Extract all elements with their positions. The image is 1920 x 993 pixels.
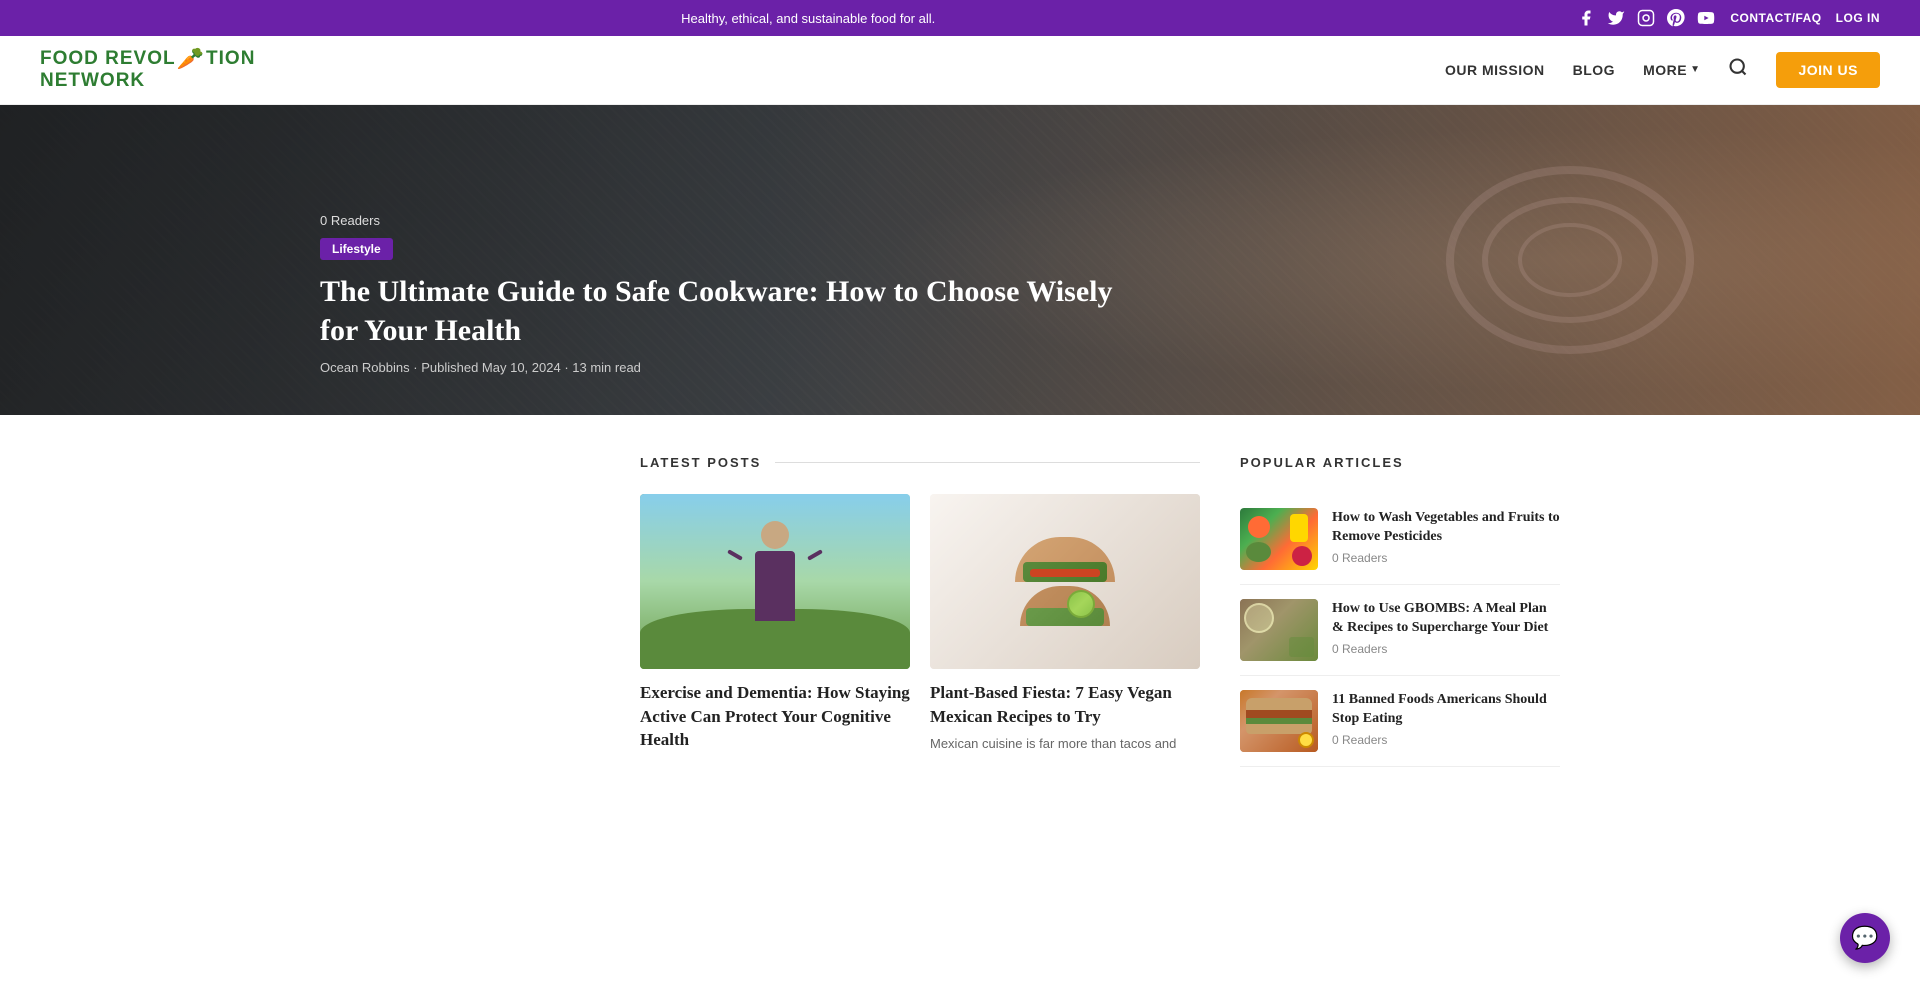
popular-articles-list: How to Wash Vegetables and Fruits to Rem… xyxy=(1240,494,1560,767)
latest-posts-title: LATEST POSTS xyxy=(640,455,761,470)
elder-head xyxy=(761,521,789,549)
popular-article-banned-title: 11 Banned Foods Americans Should Stop Ea… xyxy=(1332,690,1560,729)
veg-green xyxy=(1246,542,1271,562)
vegetables-visual xyxy=(1240,508,1318,570)
popular-article-vegetables[interactable]: How to Wash Vegetables and Fruits to Rem… xyxy=(1240,494,1560,585)
hero-title[interactable]: The Ultimate Guide to Safe Cookware: How… xyxy=(320,272,1120,350)
facebook-icon[interactable] xyxy=(1576,8,1596,28)
top-bar-right: CONTACT/FAQ LOG IN xyxy=(1576,8,1880,28)
hero-readers-count: 0 Readers xyxy=(320,213,1120,228)
hero-author: Ocean Robbins xyxy=(320,360,410,375)
nav-our-mission[interactable]: OUR MISSION xyxy=(1445,62,1545,78)
veg-tomato xyxy=(1248,516,1270,538)
post-card-tacos[interactable]: Plant-Based Fiesta: 7 Easy Vegan Mexican… xyxy=(930,494,1200,758)
taco-shapes xyxy=(1015,537,1115,626)
elder-figure xyxy=(735,521,815,661)
popular-article-banned-content: 11 Banned Foods Americans Should Stop Ea… xyxy=(1332,690,1560,747)
tacos-image xyxy=(930,494,1200,669)
gbombs-rect xyxy=(1289,637,1314,657)
chat-icon: 💬 xyxy=(1851,925,1878,951)
logo[interactable]: FOOD REVOL 🥕 TION NETWORK xyxy=(40,48,255,92)
popular-article-gbombs-thumb xyxy=(1240,599,1318,661)
popular-article-gbombs[interactable]: How to Use GBOMBS: A Meal Plan & Recipes… xyxy=(1240,585,1560,676)
lime-slice xyxy=(1067,590,1095,618)
hero-category-badge[interactable]: Lifestyle xyxy=(320,238,393,260)
logo-tion: TION xyxy=(206,48,255,70)
burger-lettuce xyxy=(1246,718,1312,724)
latest-posts-header: LATEST POSTS xyxy=(640,455,1200,470)
popular-article-vegetables-title: How to Wash Vegetables and Fruits to Rem… xyxy=(1332,508,1560,547)
top-bar-tagline: Healthy, ethical, and sustainable food f… xyxy=(40,11,1576,26)
veg-pepper xyxy=(1290,514,1308,542)
main-content: LATEST POSTS xyxy=(320,415,1600,807)
contact-faq-link[interactable]: CONTACT/FAQ xyxy=(1730,11,1821,25)
header: FOOD REVOL 🥕 TION NETWORK OUR MISSION BL… xyxy=(0,36,1920,105)
taco-shell-2 xyxy=(1020,586,1110,626)
nav-more[interactable]: MORE ▼ xyxy=(1643,62,1700,78)
post-card-exercise[interactable]: Exercise and Dementia: How Staying Activ… xyxy=(640,494,910,758)
hero-published: Published May 10, 2024 xyxy=(421,360,560,375)
popular-article-banned[interactable]: 11 Banned Foods Americans Should Stop Ea… xyxy=(1240,676,1560,767)
popular-article-banned-readers: 0 Readers xyxy=(1332,733,1560,747)
logo-network: NETWORK xyxy=(40,70,255,92)
banned-visual xyxy=(1240,690,1318,752)
logo-text: FOOD REVOL 🥕 TION NETWORK xyxy=(40,48,255,92)
join-us-button[interactable]: JOIN US xyxy=(1776,52,1880,88)
burger-bun-top xyxy=(1246,698,1312,710)
gbombs-thumb-image xyxy=(1240,599,1318,661)
popular-article-banned-thumb xyxy=(1240,690,1318,752)
post-card-tacos-image xyxy=(930,494,1200,669)
vegetables-thumb-image xyxy=(1240,508,1318,570)
post-card-exercise-image xyxy=(640,494,910,669)
instagram-icon[interactable] xyxy=(1636,8,1656,28)
hero-section: 0 Readers Lifestyle The Ultimate Guide t… xyxy=(0,105,1920,415)
gbombs-visual xyxy=(1240,599,1318,661)
elder-body xyxy=(755,551,795,621)
post-card-tacos-excerpt: Mexican cuisine is far more than tacos a… xyxy=(930,734,1200,754)
main-nav: OUR MISSION BLOG MORE ▼ JOIN US xyxy=(1445,52,1880,88)
popular-articles-title: POPULAR ARTICLES xyxy=(1240,455,1404,470)
post-card-tacos-title[interactable]: Plant-Based Fiesta: 7 Easy Vegan Mexican… xyxy=(930,681,1200,729)
hero-read-time: 13 min read xyxy=(572,360,641,375)
popular-article-gbombs-content: How to Use GBOMBS: A Meal Plan & Recipes… xyxy=(1332,599,1560,656)
popular-articles-section: POPULAR ARTICLES xyxy=(1240,455,1560,767)
social-icons xyxy=(1576,8,1716,28)
chat-button[interactable]: 💬 xyxy=(1840,913,1890,963)
hero-content: 0 Readers Lifestyle The Ultimate Guide t… xyxy=(320,213,1120,375)
log-in-link[interactable]: LOG IN xyxy=(1836,11,1880,25)
section-divider xyxy=(775,462,1200,463)
post-card-exercise-title[interactable]: Exercise and Dementia: How Staying Activ… xyxy=(640,681,910,752)
popular-articles-header: POPULAR ARTICLES xyxy=(1240,455,1560,470)
top-bar-links: CONTACT/FAQ LOG IN xyxy=(1730,11,1880,25)
top-bar: Healthy, ethical, and sustainable food f… xyxy=(0,0,1920,36)
popular-article-gbombs-title: How to Use GBOMBS: A Meal Plan & Recipes… xyxy=(1332,599,1560,638)
logo-food: FOOD REVOL xyxy=(40,48,176,70)
elder-image xyxy=(640,494,910,669)
post-cards-grid: Exercise and Dementia: How Staying Activ… xyxy=(640,494,1200,758)
nav-blog[interactable]: BLOG xyxy=(1573,62,1615,78)
hero-decorative xyxy=(1420,145,1720,380)
popular-article-vegetables-readers: 0 Readers xyxy=(1332,551,1560,565)
taco-tomato xyxy=(1030,569,1100,577)
popular-article-vegetables-content: How to Wash Vegetables and Fruits to Rem… xyxy=(1332,508,1560,565)
fries-icon xyxy=(1298,732,1314,748)
veg-red xyxy=(1292,546,1312,566)
pinterest-icon[interactable] xyxy=(1666,8,1686,28)
popular-article-gbombs-readers: 0 Readers xyxy=(1332,642,1560,656)
twitter-icon[interactable] xyxy=(1606,8,1626,28)
gbombs-circle xyxy=(1244,603,1274,633)
banned-thumb-image xyxy=(1240,690,1318,752)
taco-shell xyxy=(1015,537,1115,582)
burger-patty xyxy=(1246,710,1312,718)
search-button[interactable] xyxy=(1728,57,1748,82)
logo-carrot-icon: 🥕 xyxy=(177,48,205,70)
latest-posts-section: LATEST POSTS xyxy=(640,455,1200,767)
hero-meta: Ocean Robbins · Published May 10, 2024 ·… xyxy=(320,360,1120,375)
chevron-down-icon: ▼ xyxy=(1690,64,1700,75)
youtube-icon[interactable] xyxy=(1696,8,1716,28)
popular-article-vegetables-thumb xyxy=(1240,508,1318,570)
